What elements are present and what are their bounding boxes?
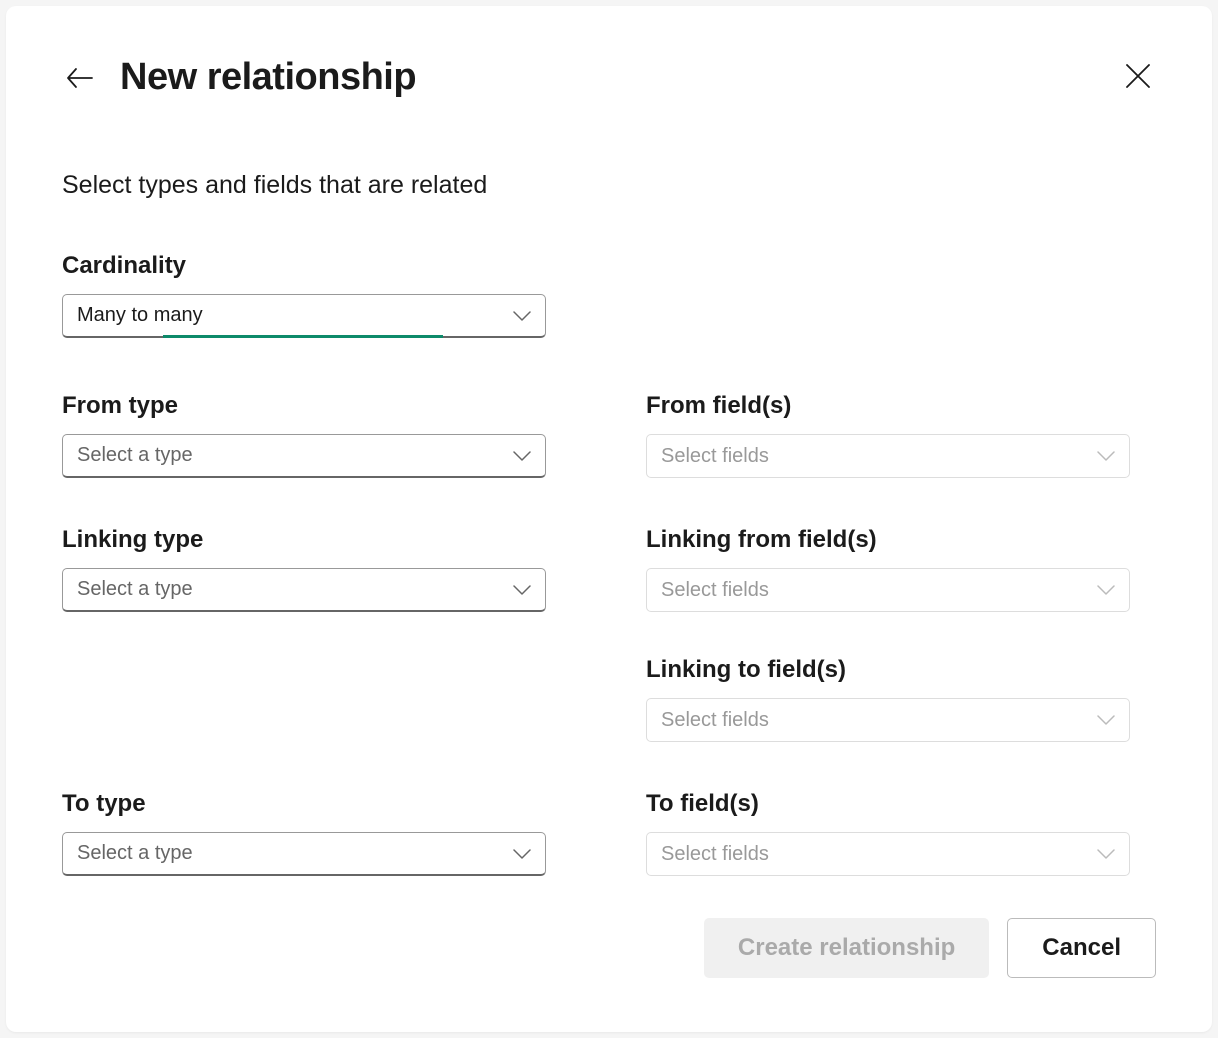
from-fields-label: From field(s) bbox=[646, 392, 1130, 420]
linking-to-fields-placeholder: Select fields bbox=[661, 709, 769, 732]
chevron-down-icon bbox=[513, 584, 531, 596]
linking-from-fields-select[interactable]: Select fields bbox=[646, 568, 1130, 612]
cardinality-row: Cardinality Many to many bbox=[62, 252, 1156, 338]
linking-to-fields-label: Linking to field(s) bbox=[646, 656, 1130, 684]
create-relationship-button[interactable]: Create relationship bbox=[704, 918, 989, 978]
new-relationship-dialog: New relationship Select types and fields… bbox=[6, 6, 1212, 1032]
to-type-select[interactable]: Select a type bbox=[62, 832, 546, 876]
chevron-down-icon bbox=[513, 450, 531, 462]
to-row: To type Select a type To field(s) Select… bbox=[62, 790, 1156, 876]
from-type-field: From type Select a type bbox=[62, 392, 546, 478]
from-row: From type Select a type From field(s) Se… bbox=[62, 392, 1156, 478]
to-type-field: To type Select a type bbox=[62, 790, 546, 876]
close-button[interactable] bbox=[1120, 58, 1156, 94]
linking-to-fields-select[interactable]: Select fields bbox=[646, 698, 1130, 742]
dialog-title: New relationship bbox=[120, 56, 416, 99]
dialog-subtitle: Select types and fields that are related bbox=[62, 171, 1156, 200]
to-fields-placeholder: Select fields bbox=[661, 843, 769, 866]
to-type-label: To type bbox=[62, 790, 546, 818]
cardinality-field: Cardinality Many to many bbox=[62, 252, 546, 338]
linking-fields-stack: Linking from field(s) Select fields Link… bbox=[646, 526, 1130, 742]
linking-from-fields-field: Linking from field(s) Select fields bbox=[646, 526, 1130, 612]
chevron-down-icon bbox=[1097, 450, 1115, 462]
dialog-footer: Create relationship Cancel bbox=[704, 918, 1156, 978]
linking-type-label: Linking type bbox=[62, 526, 546, 554]
to-fields-field: To field(s) Select fields bbox=[646, 790, 1130, 876]
close-icon bbox=[1125, 63, 1151, 89]
from-type-label: From type bbox=[62, 392, 546, 420]
dialog-header: New relationship bbox=[62, 56, 1156, 99]
chevron-down-icon bbox=[1097, 584, 1115, 596]
chevron-down-icon bbox=[1097, 848, 1115, 860]
chevron-down-icon bbox=[1097, 714, 1115, 726]
linking-to-fields-field: Linking to field(s) Select fields bbox=[646, 656, 1130, 742]
cancel-button[interactable]: Cancel bbox=[1007, 918, 1156, 978]
to-fields-select[interactable]: Select fields bbox=[646, 832, 1130, 876]
linking-type-field: Linking type Select a type bbox=[62, 526, 546, 612]
to-type-placeholder: Select a type bbox=[77, 842, 193, 865]
cardinality-label: Cardinality bbox=[62, 252, 546, 280]
from-fields-placeholder: Select fields bbox=[661, 445, 769, 468]
chevron-down-icon bbox=[513, 848, 531, 860]
cardinality-value: Many to many bbox=[77, 304, 203, 327]
cardinality-select[interactable]: Many to many bbox=[62, 294, 546, 338]
chevron-down-icon bbox=[513, 310, 531, 322]
linking-from-fields-placeholder: Select fields bbox=[661, 579, 769, 602]
linking-from-fields-label: Linking from field(s) bbox=[646, 526, 1130, 554]
from-type-placeholder: Select a type bbox=[77, 444, 193, 467]
from-fields-select[interactable]: Select fields bbox=[646, 434, 1130, 478]
linking-row: Linking type Select a type Linking from … bbox=[62, 526, 1156, 742]
linking-type-placeholder: Select a type bbox=[77, 578, 193, 601]
to-fields-label: To field(s) bbox=[646, 790, 1130, 818]
from-type-select[interactable]: Select a type bbox=[62, 434, 546, 478]
back-button[interactable] bbox=[62, 60, 98, 96]
arrow-left-icon bbox=[64, 62, 96, 94]
linking-type-select[interactable]: Select a type bbox=[62, 568, 546, 612]
from-fields-field: From field(s) Select fields bbox=[646, 392, 1130, 478]
